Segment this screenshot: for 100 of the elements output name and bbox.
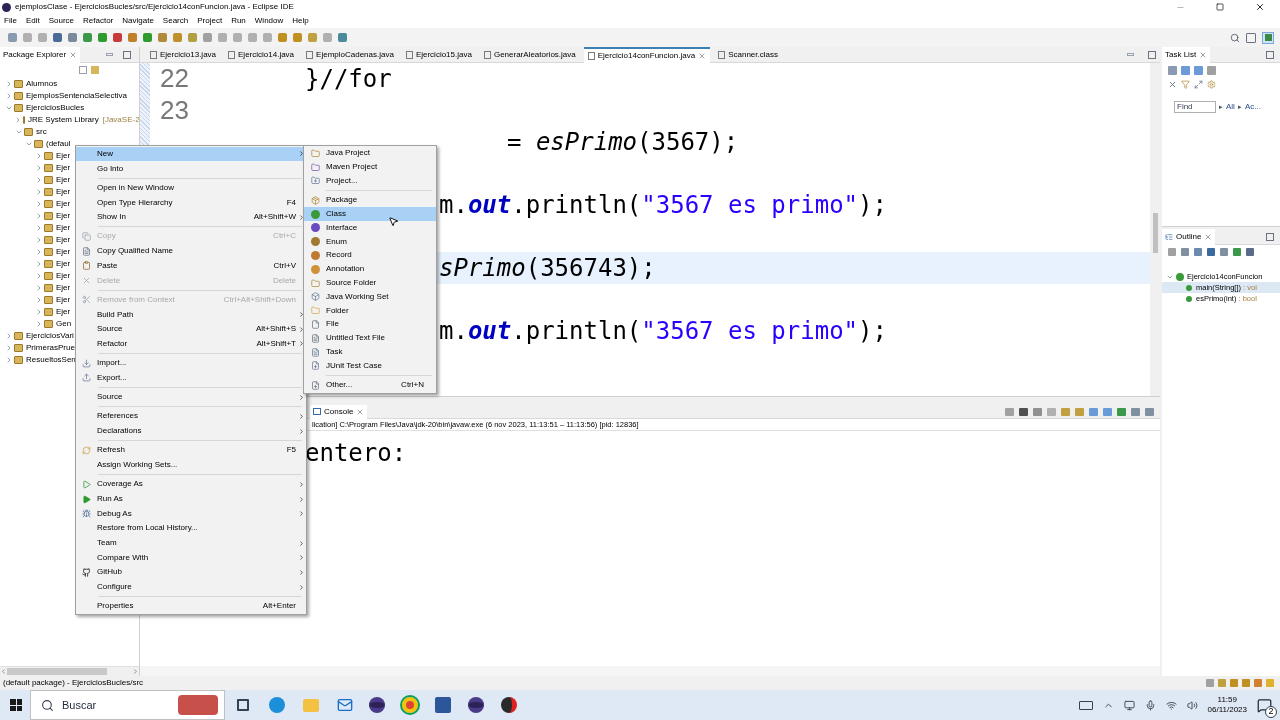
tree-item[interactable]: Ejer [56, 282, 71, 294]
menu-item[interactable]: Run [231, 15, 246, 27]
menu-item[interactable]: Search [162, 15, 189, 27]
settings-icon[interactable] [1207, 79, 1216, 89]
microphone-icon[interactable] [1144, 699, 1156, 711]
menu-item[interactable]: Source Alt+Shift+S [76, 321, 306, 337]
network-icon[interactable] [1165, 699, 1177, 711]
tree-item[interactable]: Alumnos [26, 78, 58, 90]
menu-item[interactable]: JUnit Test Case [304, 358, 436, 373]
menu-item[interactable]: Paste Ctrl+V [76, 258, 306, 274]
scroll-left-icon[interactable] [0, 668, 7, 675]
tree-item[interactable]: (defaul [46, 138, 71, 150]
tree-item[interactable]: Ejer [56, 246, 71, 258]
collapsed-icon[interactable] [14, 115, 22, 125]
menu-item[interactable]: Open in New Window [76, 180, 306, 196]
tree-item[interactable]: Ejer [56, 174, 71, 186]
find-field[interactable]: Find [1174, 101, 1216, 113]
editor-tab[interactable]: Scanner.class [714, 46, 782, 63]
clock-time[interactable]: 11:59 [1217, 695, 1237, 705]
editor-tab[interactable]: EjemploCadenas.java [302, 46, 398, 63]
menu-item[interactable]: Class [304, 207, 436, 221]
menu-item[interactable]: Enum [304, 234, 436, 249]
menu-item[interactable]: Debug As [76, 506, 306, 522]
search-icon[interactable] [1230, 32, 1240, 43]
tree-item[interactable]: Gen [56, 318, 72, 330]
menu-item[interactable]: Record [304, 248, 436, 263]
menu-item[interactable]: Untitled Text File [304, 331, 436, 346]
expand-icon[interactable] [1194, 79, 1203, 89]
menu-item[interactable]: Show In Alt+Shift+W [76, 209, 306, 225]
volume-icon[interactable] [1186, 699, 1198, 711]
menu-item[interactable]: Import... [76, 355, 306, 371]
perspective-icon[interactable] [1246, 32, 1256, 43]
tree-item[interactable]: Ejer [56, 162, 71, 174]
menu-item[interactable]: Properties Alt+Enter [76, 599, 306, 614]
menu-item[interactable]: Source [48, 15, 75, 27]
menu-item[interactable]: Restore from Local History... [76, 521, 306, 536]
tree-item[interactable]: EjerciciosVari [26, 330, 74, 342]
menu-item[interactable]: GitHub [76, 565, 306, 580]
menu-item[interactable]: Refresh F5 [76, 443, 306, 458]
menu-item[interactable]: Coverage As [76, 477, 306, 492]
panel-tab[interactable]: Outline [1162, 228, 1216, 245]
tree-item[interactable]: EjerciciosBucles [26, 102, 85, 114]
clock-date[interactable]: 06/11/2023 [1207, 705, 1247, 715]
menu-item[interactable]: References [76, 409, 306, 424]
editor-tab[interactable]: Ejercicio15.java [401, 46, 476, 63]
menu-item[interactable]: Help [292, 15, 309, 27]
editor-tab[interactable]: GenerarAleatorios.java [479, 46, 580, 63]
windows-start-icon[interactable] [10, 699, 22, 711]
menu-item[interactable]: Task [304, 345, 436, 359]
menu-item[interactable]: Project... [304, 174, 436, 188]
menu-item[interactable]: Navigate [122, 15, 154, 27]
menu-item[interactable]: Java Project [304, 146, 436, 161]
menu-item[interactable]: Edit [25, 15, 40, 27]
tree-item[interactable]: Ejer [56, 294, 71, 306]
keyboard-icon[interactable] [1078, 700, 1093, 710]
menu-item[interactable]: New [76, 146, 306, 162]
menu-item[interactable]: Refactor [83, 15, 114, 27]
java-perspective-icon[interactable] [1262, 31, 1274, 44]
tree-item[interactable]: Ejer [56, 186, 71, 198]
scrollbar[interactable] [1150, 63, 1160, 396]
mail-icon[interactable] [337, 697, 353, 713]
tree-item[interactable]: Ejer [56, 270, 71, 282]
tree-item[interactable]: PrimerasPrue [26, 342, 75, 354]
menu-item[interactable]: Package [304, 193, 436, 208]
menu-item[interactable]: Build Path [76, 307, 306, 322]
chrome-icon[interactable] [402, 697, 418, 713]
menu-item[interactable]: Configure [76, 579, 306, 595]
menu-item[interactable]: Other... Ctrl+N [304, 378, 436, 393]
tree-item[interactable]: src [36, 126, 47, 138]
tree-item[interactable]: Ejer [56, 234, 71, 246]
menu-item[interactable]: Open Type Hierarchy F4 [76, 195, 306, 210]
scroll-right-icon[interactable] [132, 668, 139, 675]
tree-item[interactable]: Ejer [56, 150, 71, 162]
close-icon[interactable] [1255, 2, 1265, 12]
editor-tab[interactable]: Ejercicio14.java [224, 46, 299, 63]
filter-link[interactable]: Ac... [1244, 101, 1261, 113]
menu-item[interactable]: Source [76, 389, 306, 405]
tree-item[interactable]: ResueltosSen [26, 354, 76, 366]
eclipse-icon[interactable] [369, 697, 385, 713]
browser-icon[interactable] [269, 697, 285, 713]
word-icon[interactable] [435, 697, 451, 713]
menu-item[interactable]: Declarations [76, 423, 306, 439]
menu-item[interactable]: Annotation [304, 262, 436, 277]
console-tab[interactable]: Console [310, 404, 368, 419]
menu-item[interactable]: Java Working Set [304, 289, 436, 304]
menu-item[interactable]: Maven Project [304, 160, 436, 175]
menu-item[interactable]: Go Into [76, 161, 306, 176]
tree-item[interactable]: Ejer [56, 258, 71, 270]
menu-item[interactable]: Source Folder [304, 276, 436, 290]
folder-icon[interactable] [303, 698, 319, 712]
menu-item[interactable]: Run As [76, 491, 306, 507]
monitor-icon[interactable] [1123, 699, 1135, 711]
task-view-icon[interactable] [237, 699, 249, 711]
tree-item[interactable]: Ejer [56, 210, 71, 222]
menu-item[interactable]: Export... [76, 370, 306, 386]
tree-item[interactable]: JRE System Library [28, 114, 99, 126]
menu-item[interactable]: Interface [304, 221, 436, 235]
scrollbar[interactable] [0, 666, 139, 676]
menu-item[interactable]: Refactor Alt+Shift+T [76, 336, 306, 352]
tree-item[interactable]: Ejer [56, 198, 71, 210]
